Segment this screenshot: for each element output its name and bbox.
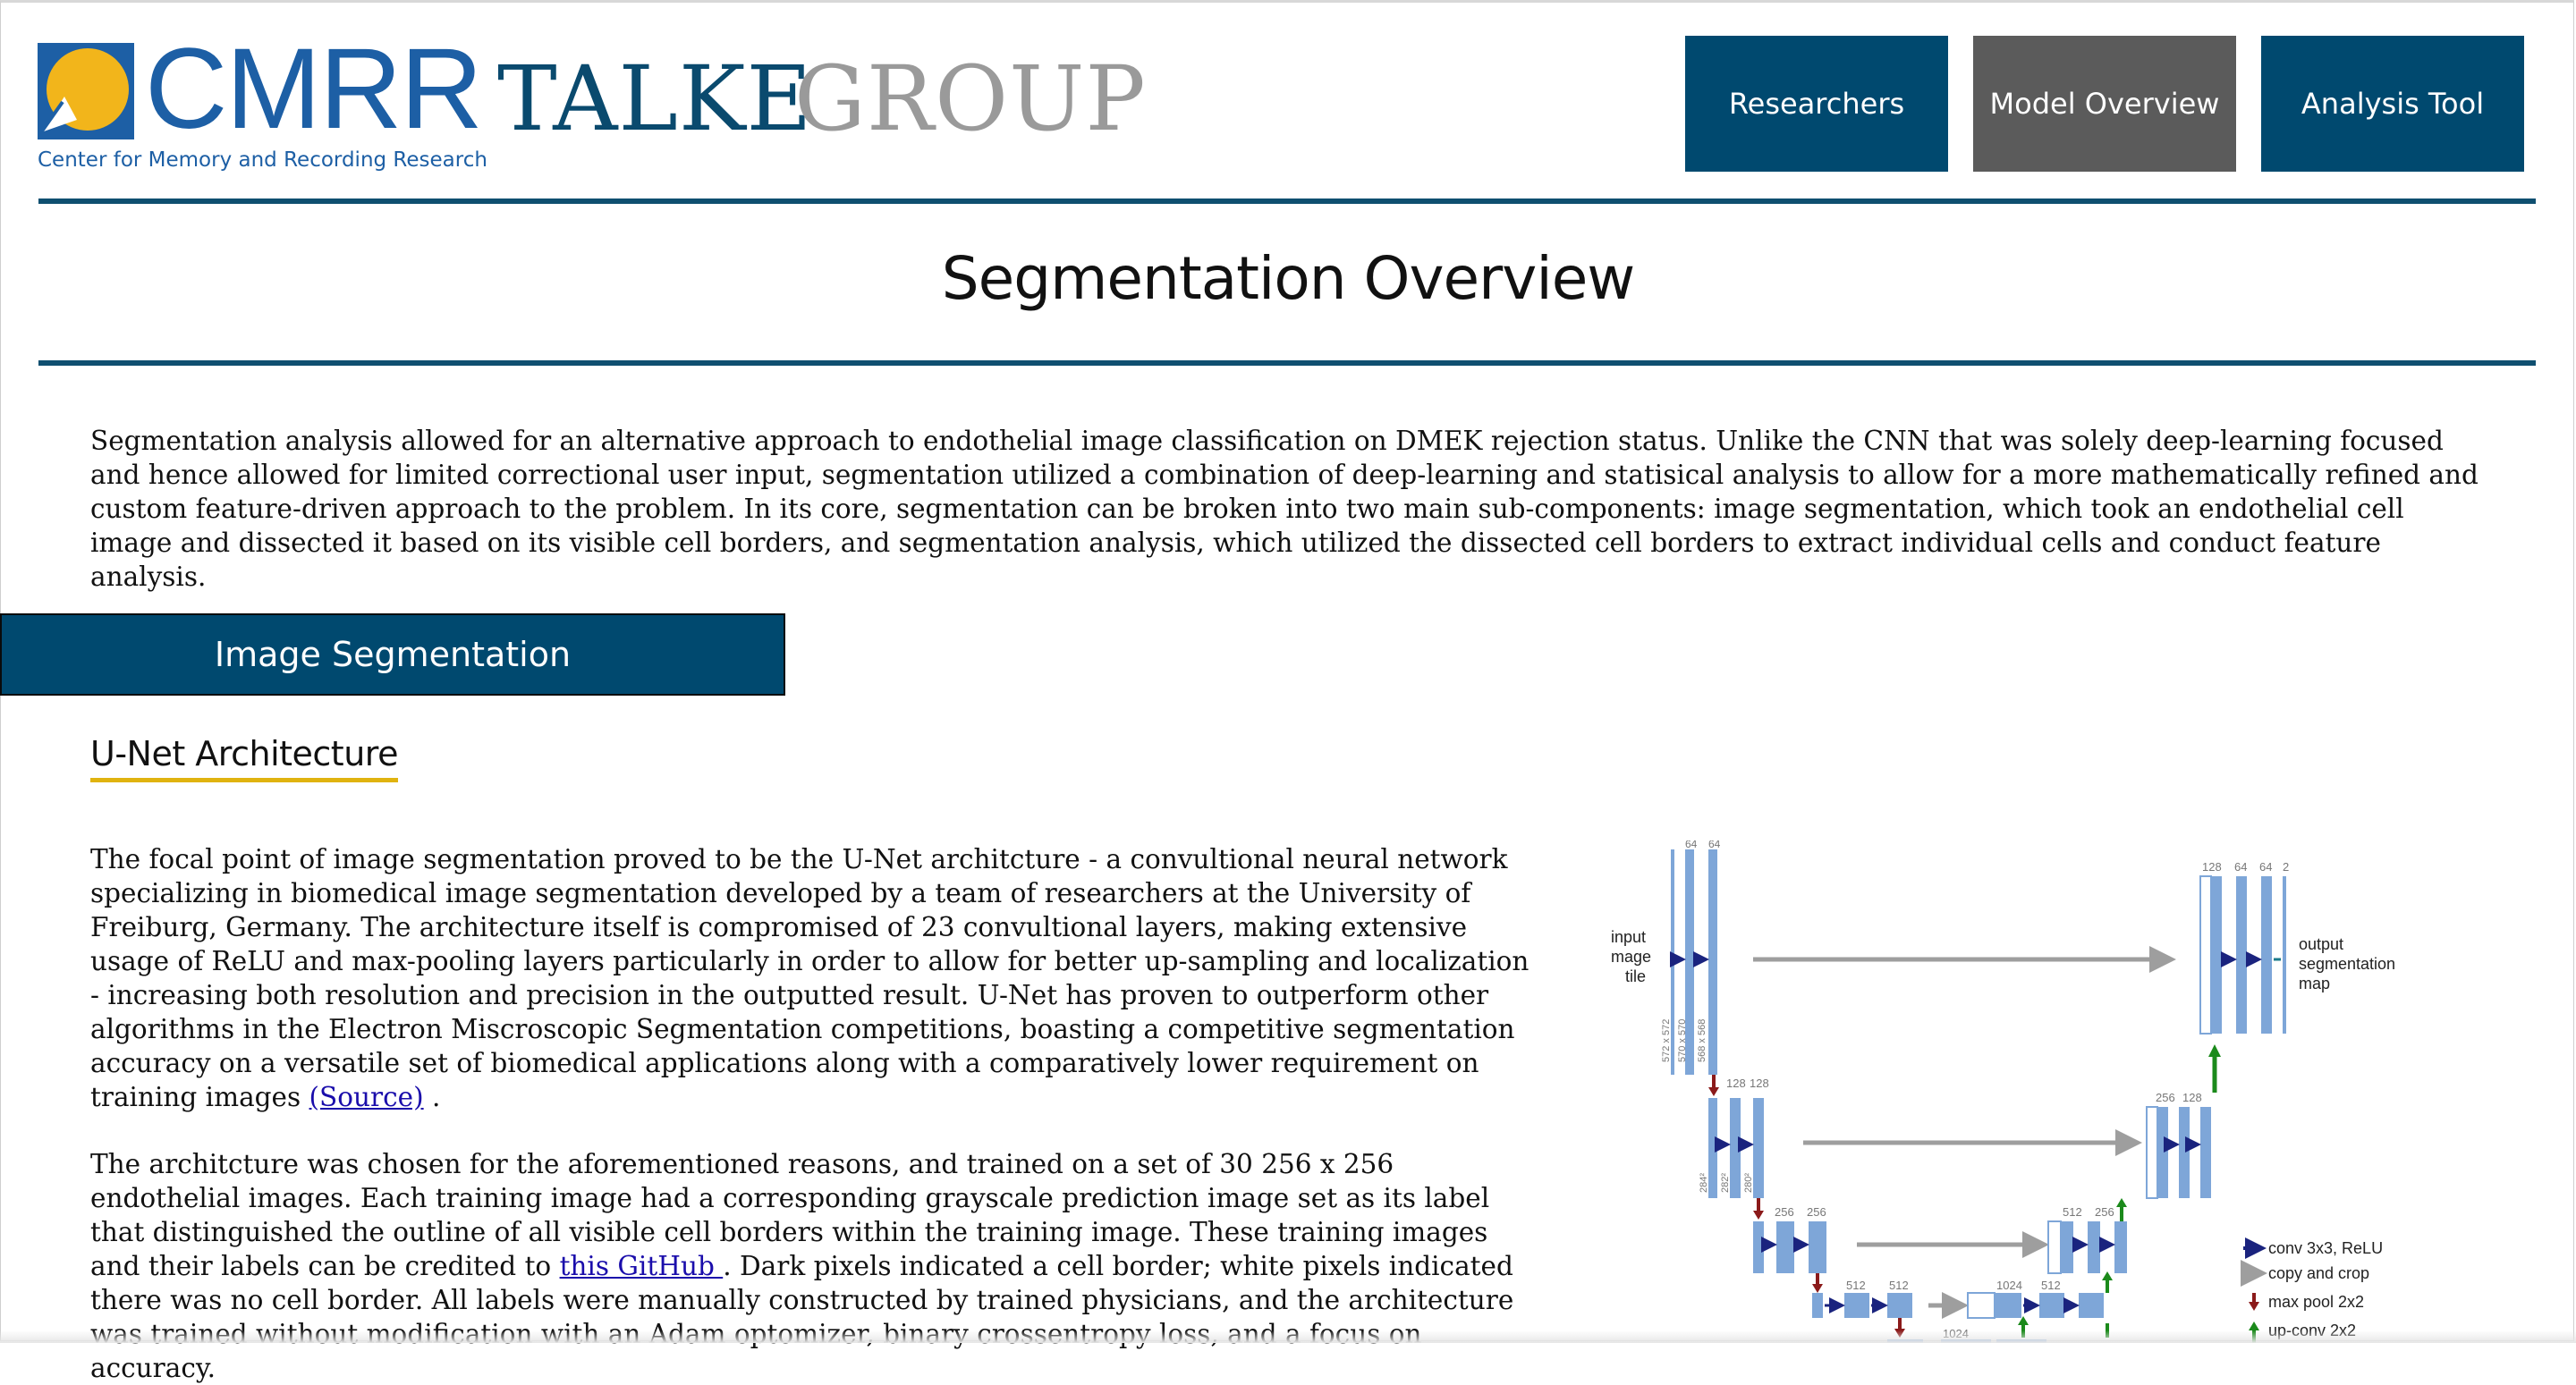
unet-diagram: 64 64 572 x 572 570 x 570 568 x 568 inpu… (1610, 840, 2433, 1343)
logo-circle-icon (38, 43, 134, 139)
channel-label: 2 (2283, 860, 2289, 874)
channel-label: 64 (2259, 860, 2272, 874)
channel-label: 1024 (1943, 1327, 1969, 1340)
github-link[interactable]: this GitHub (560, 1251, 724, 1281)
nav-analysis-tool-button[interactable]: Analysis Tool (2261, 36, 2524, 172)
unet-paragraph-text: The focal point of image segmentation pr… (90, 844, 1530, 1112)
encoder-level-1: 64 64 572 x 572 570 x 570 568 x 568 inpu… (1610, 840, 1721, 1075)
size-label: 282² (1720, 1173, 1731, 1193)
logo-wordmark: CMRR (145, 25, 483, 153)
unet-architecture-heading: U-Net Architecture (90, 731, 398, 782)
header-divider (38, 198, 2536, 204)
decoder-level-1: 128 64 64 2 output segmentation map (2199, 860, 2395, 1093)
encoder-level-4: 512 512 (1812, 1279, 1912, 1318)
input-label: input (1611, 928, 1646, 946)
layer-bar (1708, 849, 1717, 1075)
legend-conv: conv 3x3, ReLU (2268, 1239, 2383, 1257)
channel-label: 1024 (1996, 1279, 2022, 1292)
input-label: tile (1625, 967, 1646, 985)
output-label: output (2299, 935, 2343, 953)
unet-diagram-svg: 64 64 572 x 572 570 x 570 568 x 568 inpu… (1610, 840, 2395, 1343)
legend-upconv: up-conv 2x2 (2268, 1322, 2356, 1339)
unet-paragraph: The focal point of image segmentation pr… (90, 842, 1545, 1114)
channel-label: 256 (2095, 1205, 2114, 1219)
decoder-level-4: 1024 512 (1967, 1279, 2109, 1338)
title-divider (38, 360, 2536, 366)
channel-label: 64 (1708, 840, 1721, 850)
nav-researchers-button[interactable]: Researchers (1685, 36, 1948, 172)
encoder-level-2: 128 128 284² 282² 280² (1699, 1077, 1769, 1198)
channel-label: 128 (2202, 860, 2222, 874)
site-header: CMRR Center for Memory and Recording Res… (0, 0, 2576, 201)
image-segmentation-section-button[interactable]: Image Segmentation (0, 613, 785, 696)
page-title: Segmentation Overview (941, 244, 1636, 313)
size-label: 568 x 568 (1697, 1019, 1707, 1062)
logo-subtitle: Center for Memory and Recording Research (38, 148, 487, 172)
channel-label: 256 (1807, 1205, 1826, 1219)
group-name-secondary: GROUP (794, 46, 1147, 151)
channel-label: 64 (2234, 860, 2247, 874)
channel-label: 128 (2182, 1091, 2202, 1104)
channel-label: 512 (2041, 1279, 2061, 1292)
legend-copy: copy and crop (2268, 1264, 2369, 1282)
legend-maxpool: max pool 2x2 (2268, 1293, 2364, 1311)
channel-label: 512 (1889, 1279, 1909, 1292)
channel-label: 256 (1775, 1205, 1794, 1219)
size-label: 572 x 572 (1661, 1019, 1672, 1062)
cmrr-logo[interactable]: CMRR Center for Memory and Recording Res… (38, 32, 487, 182)
size-label: 570 x 570 (1677, 1019, 1688, 1062)
size-label: 284² (1699, 1173, 1709, 1193)
training-paragraph: The architcture was chosen for the afore… (90, 1147, 1545, 1385)
unet-paragraph-end: . (423, 1082, 441, 1112)
encoder-level-3: 256 256 (1753, 1205, 1826, 1273)
channel-label: 512 (1846, 1279, 1866, 1292)
source-link[interactable]: (Source) (309, 1082, 424, 1112)
nav-model-overview-button[interactable]: Model Overview (1973, 36, 2236, 172)
group-name-primary: TALKE (497, 46, 813, 151)
channel-label: 512 (2063, 1205, 2082, 1219)
channel-label: 256 (2156, 1091, 2175, 1104)
decoder-level-2: 256 128 (2116, 1091, 2211, 1221)
channel-label: 128 (1726, 1077, 1746, 1090)
channel-label: 64 (1685, 840, 1698, 850)
intro-paragraph: Segmentation analysis allowed for an alt… (90, 426, 2479, 592)
output-label: segmentation (2299, 955, 2395, 973)
size-label: 280² (1743, 1173, 1754, 1193)
input-label: image (1610, 948, 1651, 966)
diagram-legend: conv 3x3, ReLU copy and crop max pool 2x… (2241, 1237, 2383, 1343)
output-label: map (2299, 975, 2330, 992)
channel-label: 128 (1750, 1077, 1769, 1090)
